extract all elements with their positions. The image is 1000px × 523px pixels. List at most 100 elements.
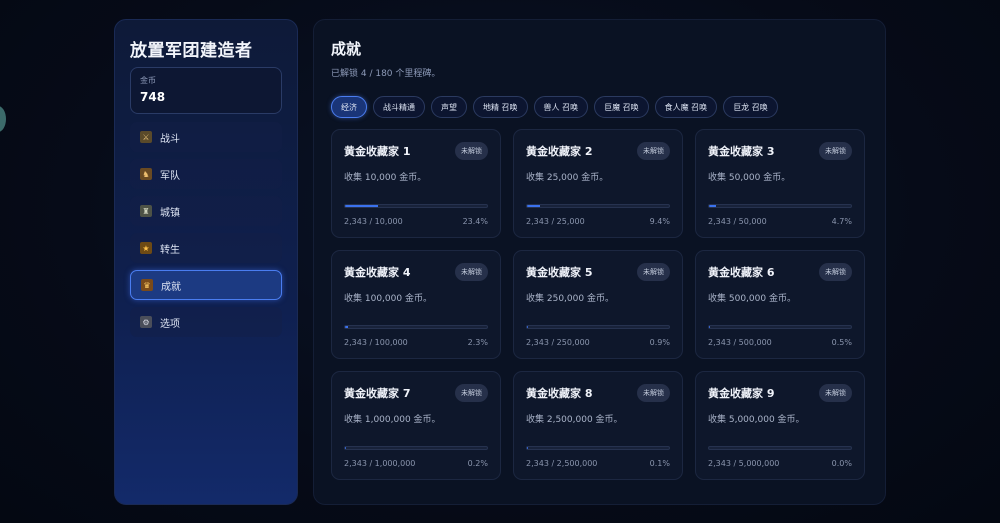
achievement-title: 黄金收藏家 2	[526, 145, 593, 158]
progress-percent: 2.3%	[467, 338, 488, 347]
locked-badge: 未解锁	[819, 263, 852, 281]
achievement-title: 黄金收藏家 8	[526, 387, 593, 400]
achievement-description: 收集 2,500,000 金币。	[526, 415, 623, 425]
progress-bar	[344, 446, 488, 450]
achievement-card: 黄金收藏家 9 未解锁 收集 5,000,000 金币。 2,343 / 5,0…	[695, 371, 865, 480]
gold-counter: 金币 748	[130, 67, 282, 114]
achievement-card: 黄金收藏家 2 未解锁 收集 25,000 金币。 2,343 / 25,000…	[513, 129, 683, 238]
achievement-description: 收集 10,000 金币。	[344, 173, 427, 183]
locked-badge: 未解锁	[455, 384, 488, 402]
crossed-swords-icon: ⚔	[140, 131, 152, 143]
progress-percent: 9.4%	[649, 217, 670, 226]
progress-text: 2,343 / 50,000	[708, 217, 767, 226]
achievement-title: 黄金收藏家 7	[344, 387, 411, 400]
sidebar-item-label: 转生	[160, 244, 180, 256]
achievement-description: 收集 25,000 金币。	[526, 173, 609, 183]
trophy-icon: ♛	[141, 279, 153, 291]
progress-percent: 4.7%	[831, 217, 852, 226]
tab-economy[interactable]: 经济	[331, 96, 367, 118]
tab-troll-summon[interactable]: 巨魔 召唤	[594, 96, 649, 118]
progress-bar-fill	[527, 205, 541, 207]
locked-badge: 未解锁	[819, 142, 852, 160]
progress-percent: 0.5%	[831, 338, 852, 347]
progress-text: 2,343 / 10,000	[344, 217, 403, 226]
progress-bar-fill	[527, 326, 529, 328]
sidebar-item-label: 城镇	[160, 207, 180, 219]
progress-bar	[344, 325, 488, 329]
tab-prestige[interactable]: 声望	[431, 96, 467, 118]
achievement-card: 黄金收藏家 7 未解锁 收集 1,000,000 金币。 2,343 / 1,0…	[331, 371, 501, 480]
achievement-title: 黄金收藏家 9	[708, 387, 775, 400]
achievements-panel: 成就 已解锁 4 / 180 个里程碑。 经济 战斗精通 声望 地精 召唤 兽人…	[313, 19, 886, 505]
sidebar: 放置军团建造者 金币 748 ⚔ 战斗 ♞ 军队 ♜ 城镇 ★ 转生 ♛ 成就 …	[114, 19, 298, 505]
sidebar-item-army[interactable]: ♞ 军队	[130, 159, 282, 189]
tab-dragon-summon[interactable]: 巨龙 召唤	[723, 96, 778, 118]
achievement-description: 收集 500,000 金币。	[708, 294, 796, 304]
achievement-title: 黄金收藏家 1	[344, 145, 411, 158]
sidebar-item-label: 军队	[160, 170, 180, 182]
achievement-title: 黄金收藏家 4	[344, 266, 411, 279]
progress-bar-fill	[709, 205, 716, 207]
sidebar-item-label: 选项	[160, 318, 180, 330]
sidebar-item-label: 战斗	[160, 133, 180, 145]
gold-value: 748	[140, 90, 166, 104]
star-icon: ★	[140, 242, 152, 254]
category-tabs: 经济 战斗精通 声望 地精 召唤 兽人 召唤 巨魔 召唤 食人魔 召唤 巨龙 召…	[331, 96, 868, 118]
locked-badge: 未解锁	[455, 263, 488, 281]
progress-text: 2,343 / 500,000	[708, 338, 772, 347]
progress-bar	[708, 204, 852, 208]
gear-icon: ⚙	[140, 316, 152, 328]
progress-text: 2,343 / 5,000,000	[708, 459, 780, 468]
progress-bar	[708, 446, 852, 450]
page-title: 成就	[331, 40, 362, 58]
sidebar-item-achievements[interactable]: ♛ 成就	[130, 270, 282, 300]
achievement-card: 黄金收藏家 1 未解锁 收集 10,000 金币。 2,343 / 10,000…	[331, 129, 501, 238]
progress-bar	[526, 204, 670, 208]
progress-text: 2,343 / 1,000,000	[344, 459, 416, 468]
progress-bar	[526, 446, 670, 450]
progress-bar	[708, 325, 852, 329]
progress-bar-fill	[345, 205, 379, 207]
progress-text: 2,343 / 2,500,000	[526, 459, 598, 468]
achievement-description: 收集 100,000 金币。	[344, 294, 432, 304]
achievement-description: 收集 250,000 金币。	[526, 294, 614, 304]
sidebar-nav: ⚔ 战斗 ♞ 军队 ♜ 城镇 ★ 转生 ♛ 成就 ⚙ 选项	[130, 122, 282, 337]
progress-percent: 23.4%	[462, 217, 488, 226]
achievement-title: 黄金收藏家 6	[708, 266, 775, 279]
sidebar-item-rebirth[interactable]: ★ 转生	[130, 233, 282, 263]
achievement-card: 黄金收藏家 3 未解锁 收集 50,000 金币。 2,343 / 50,000…	[695, 129, 865, 238]
sidebar-item-town[interactable]: ♜ 城镇	[130, 196, 282, 226]
progress-percent: 0.2%	[467, 459, 488, 468]
achievement-description: 收集 5,000,000 金币。	[708, 415, 805, 425]
achievement-title: 黄金收藏家 3	[708, 145, 775, 158]
tab-combat-mastery[interactable]: 战斗精通	[373, 96, 425, 118]
locked-badge: 未解锁	[637, 142, 670, 160]
achievement-card: 黄金收藏家 5 未解锁 收集 250,000 金币。 2,343 / 250,0…	[513, 250, 683, 359]
page-subtitle: 已解锁 4 / 180 个里程碑。	[331, 69, 441, 79]
tab-ogre-summon[interactable]: 食人魔 召唤	[654, 96, 718, 118]
progress-bar-fill	[709, 326, 710, 328]
soldier-icon: ♞	[140, 168, 152, 180]
progress-bar	[526, 325, 670, 329]
achievement-card: 黄金收藏家 4 未解锁 收集 100,000 金币。 2,343 / 100,0…	[331, 250, 501, 359]
locked-badge: 未解锁	[455, 142, 488, 160]
locked-badge: 未解锁	[819, 384, 852, 402]
progress-text: 2,343 / 250,000	[526, 338, 590, 347]
achievement-title: 黄金收藏家 5	[526, 266, 593, 279]
app-title: 放置军团建造者	[130, 41, 253, 61]
tab-goblin-summon[interactable]: 地精 召唤	[473, 96, 528, 118]
sidebar-item-options[interactable]: ⚙ 选项	[130, 307, 282, 337]
castle-icon: ♜	[140, 205, 152, 217]
sidebar-item-battle[interactable]: ⚔ 战斗	[130, 122, 282, 152]
achievement-card: 黄金收藏家 8 未解锁 收集 2,500,000 金币。 2,343 / 2,5…	[513, 371, 683, 480]
sidebar-item-label: 成就	[161, 281, 181, 293]
progress-percent: 0.1%	[649, 459, 670, 468]
progress-text: 2,343 / 25,000	[526, 217, 585, 226]
locked-badge: 未解锁	[637, 263, 670, 281]
achievement-description: 收集 50,000 金币。	[708, 173, 791, 183]
tab-orc-summon[interactable]: 兽人 召唤	[533, 96, 589, 118]
achievement-grid: 黄金收藏家 1 未解锁 收集 10,000 金币。 2,343 / 10,000…	[331, 129, 868, 480]
progress-bar	[344, 204, 488, 208]
progress-text: 2,343 / 100,000	[344, 338, 408, 347]
gold-label: 金币	[140, 76, 156, 85]
